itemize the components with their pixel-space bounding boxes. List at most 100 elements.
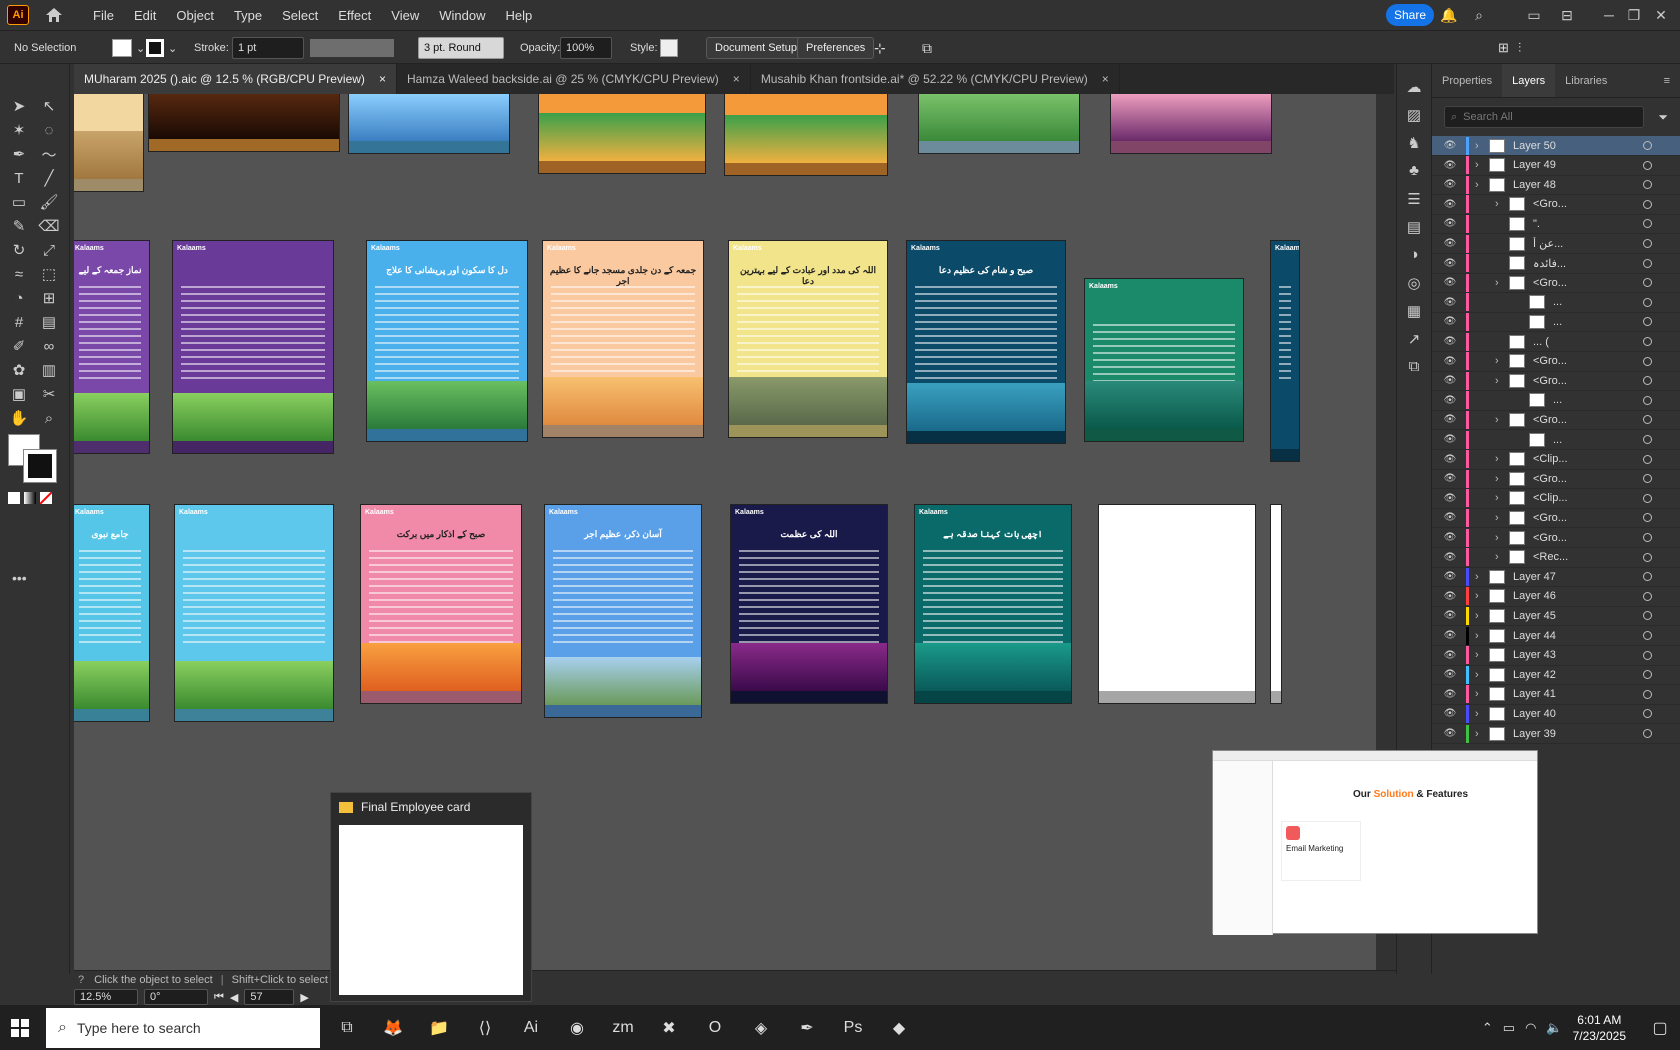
artboard-card[interactable]: Kalaams جامع نبوی [74,504,150,722]
layer-row[interactable]: 👁 عن أ... [1432,234,1680,254]
expand-chevron-icon[interactable]: › [1495,277,1509,289]
explorer-thumbnail-popup[interactable]: Final Employee card [330,792,532,1002]
layer-row[interactable]: 👁 › <Clip... [1432,450,1680,470]
visibility-eye-icon[interactable]: 👁 [1442,512,1458,523]
target-circle-icon[interactable] [1643,454,1652,464]
layer-row[interactable]: 👁... [1432,391,1680,411]
align-icon[interactable]: ☰ [1407,190,1420,212]
layer-name[interactable]: Layer 39 [1513,728,1643,740]
puppet-warp-icon[interactable]: ♞ [1407,134,1420,156]
target-circle-icon[interactable] [1643,317,1652,327]
artboard-card[interactable] [1270,504,1282,704]
shaper-tool-icon[interactable]: ✎ [6,214,32,238]
target-circle-icon[interactable] [1643,631,1652,640]
document-setup-button[interactable]: Document Setup [706,37,806,59]
eraser-tool-icon[interactable]: ⌫ [36,214,62,238]
expand-chevron-icon[interactable]: › [1475,610,1489,622]
target-circle-icon[interactable] [1643,435,1652,444]
layer-row[interactable]: 👁 › Layer 48 [1432,175,1680,196]
vscode-icon[interactable]: ⟨⟩ [462,1008,508,1048]
artboard-card[interactable] [538,94,706,174]
export-icon[interactable]: ⧉ [922,31,932,65]
layer-name[interactable]: <Gro... [1533,277,1643,289]
layer-name[interactable]: Layer 50 [1513,140,1643,152]
layer-name[interactable]: <Gro... [1533,198,1643,210]
transparency-icon[interactable]: ◑ [1409,246,1418,268]
image-trace-icon[interactable]: ▨ [1407,106,1421,128]
visibility-eye-icon[interactable]: 👁 [1442,728,1458,739]
stroke-color-icon[interactable] [23,449,57,483]
menu-edit[interactable]: Edit [124,8,166,23]
target-circle-icon[interactable] [1643,337,1652,346]
menu-object[interactable]: Object [166,8,224,23]
tab-properties[interactable]: Properties [1432,64,1502,97]
expand-chevron-icon[interactable]: › [1495,375,1509,387]
layer-name[interactable]: <Gro... [1533,355,1643,367]
visibility-eye-icon[interactable]: 👁 [1442,630,1458,641]
layer-name[interactable]: Layer 40 [1513,708,1643,720]
chevron-up-icon[interactable]: ⌃ [1482,1020,1493,1036]
artboard-card[interactable]: Kalaams [1084,278,1244,442]
layer-name[interactable]: فائدہ... [1533,257,1643,270]
menu-file[interactable]: File [83,8,124,23]
expand-chevron-icon[interactable]: › [1475,669,1489,681]
target-circle-icon[interactable] [1643,689,1652,699]
color-mode-icon[interactable] [8,492,20,504]
opacity-field[interactable]: 100% [560,37,612,59]
layer-row[interactable]: 👁 › Layer 45 [1432,606,1680,627]
layer-row[interactable]: 👁 › Layer 47 [1432,567,1680,588]
artboard-card[interactable]: Kalaams آسان ذکر، عظیم اجر [544,504,702,718]
curvature-tool-icon[interactable]: 〜 [36,142,62,166]
visibility-eye-icon[interactable]: 👁 [1442,669,1458,680]
preferences-button[interactable]: Preferences [797,37,875,59]
artboard-card[interactable] [348,94,510,154]
layer-row[interactable]: 👁 › Layer 41 [1432,685,1680,705]
visibility-eye-icon[interactable]: 👁 [1442,395,1458,406]
artboard-card[interactable] [1098,504,1256,704]
minimize-icon[interactable]: ─ [1600,6,1618,24]
expand-chevron-icon[interactable]: › [1495,512,1509,524]
home-icon[interactable] [43,5,65,25]
expand-chevron-icon[interactable]: › [1475,688,1489,700]
layer-row[interactable]: 👁 › Layer 43 [1432,646,1680,666]
visibility-eye-icon[interactable]: 👁 [1442,199,1458,210]
visibility-eye-icon[interactable]: 👁 [1442,532,1458,543]
target-circle-icon[interactable] [1643,160,1652,170]
expand-chevron-icon[interactable]: › [1495,414,1509,426]
close-tab-icon[interactable]: × [733,72,740,86]
artboard-card[interactable]: Kalaams جمعہ کے دن جلدی مسجد جانے کا عظیم… [542,240,704,438]
artboard-card[interactable] [724,94,888,176]
menu-view[interactable]: View [381,8,429,23]
artboard-canvas[interactable]: Kalaams نماز جمعہ کے لیے Kalaams Kalaams دل … [74,94,1376,970]
next-artboard-icon[interactable]: ▶ [300,991,308,1004]
layer-name[interactable]: <Rec... [1533,551,1643,563]
expand-chevron-icon[interactable]: › [1495,551,1509,563]
expand-chevron-icon[interactable]: › [1475,630,1489,642]
notification-icon[interactable]: ▢ [1640,1008,1680,1048]
target-circle-icon[interactable] [1643,493,1652,503]
close-tab-icon[interactable]: × [379,72,386,86]
visibility-eye-icon[interactable]: 👁 [1442,454,1458,465]
expand-chevron-icon[interactable]: › [1495,492,1509,504]
expand-chevron-icon[interactable]: › [1495,198,1509,210]
visibility-eye-icon[interactable]: 👁 [1442,493,1458,504]
pen-app-icon[interactable]: ✒ [784,1008,830,1048]
layer-row[interactable]: 👁 › Layer 44 [1432,626,1680,646]
layer-name[interactable]: <Gro... [1533,414,1643,426]
expand-chevron-icon[interactable]: › [1475,159,1489,171]
layer-row[interactable]: 👁 فائدہ... [1432,254,1680,274]
photoshop-express-icon[interactable]: ◈ [738,1008,784,1048]
scale-tool-icon[interactable]: ⤢ [36,238,62,262]
menu-effect[interactable]: Effect [328,8,381,23]
artboard-card[interactable] [1110,94,1272,154]
expand-chevron-icon[interactable]: › [1475,649,1489,661]
menu-select[interactable]: Select [272,8,328,23]
brush-definition[interactable]: 3 pt. Round [418,37,504,59]
clock-date[interactable]: 7/23/2025 [1573,1028,1626,1044]
target-circle-icon[interactable] [1643,395,1652,405]
task-view-icon[interactable]: ⧉ [324,1008,370,1048]
panel-menu-icon[interactable]: ≡ [1654,64,1680,97]
visibility-eye-icon[interactable]: 👁 [1442,552,1458,563]
target-circle-icon[interactable] [1643,219,1652,229]
shape-builder-tool-icon[interactable]: ◔ [6,286,32,310]
